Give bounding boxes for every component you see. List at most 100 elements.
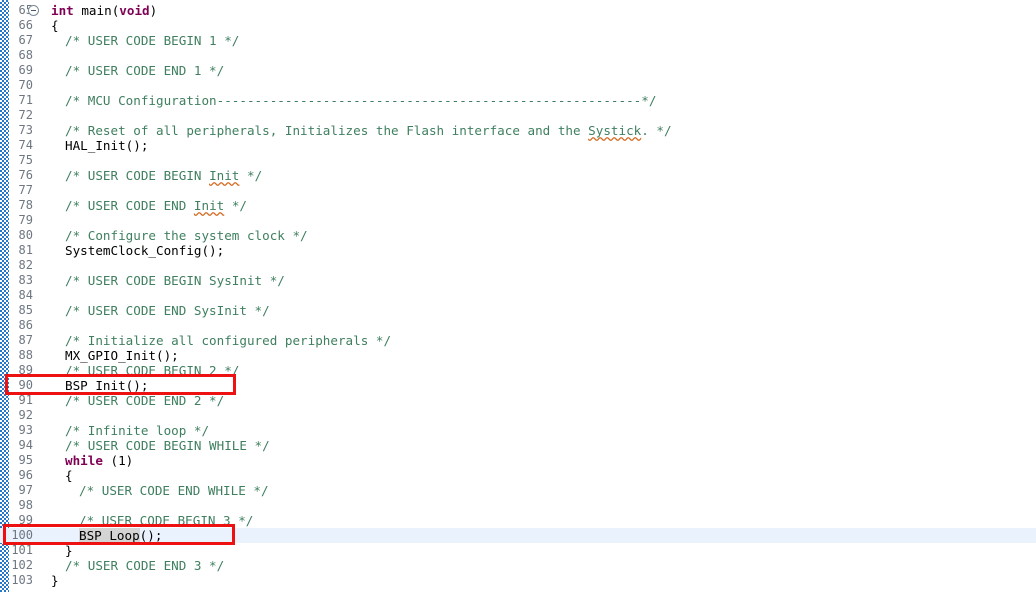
code-line-text[interactable]: {: [65, 468, 73, 483]
line-number[interactable]: 89: [0, 363, 33, 378]
code-line-row[interactable]: 99 /* USER CODE BEGIN 3 */: [0, 513, 1036, 528]
line-number[interactable]: 73: [0, 123, 33, 138]
code-editor-view[interactable]: 65 int main(void) 66 {67 /* USER CODE BEGIN …: [0, 0, 1036, 592]
code-line-row[interactable]: 76 /* USER CODE BEGIN Init */: [0, 168, 1036, 183]
line-number[interactable]: 80: [0, 228, 33, 243]
line-number[interactable]: 81: [0, 243, 33, 258]
code-line-text[interactable]: /* USER CODE END 1 */: [65, 63, 224, 78]
code-lines-container[interactable]: 65 int main(void) 66 {67 /* USER CODE BEGIN …: [0, 3, 1036, 588]
code-line-text[interactable]: {: [51, 18, 59, 33]
code-line-row[interactable]: 88 MX_GPIO_Init();: [0, 348, 1036, 363]
line-number[interactable]: 74: [0, 138, 33, 153]
line-number[interactable]: 84: [0, 288, 33, 303]
code-line-row[interactable]: 72: [0, 108, 1036, 123]
line-number[interactable]: 79: [0, 213, 33, 228]
code-line-row[interactable]: 77: [0, 183, 1036, 198]
code-line-row[interactable]: 91 /* USER CODE END 2 */: [0, 393, 1036, 408]
code-line-row[interactable]: 92: [0, 408, 1036, 423]
code-line-row[interactable]: 66 {: [0, 18, 1036, 33]
code-line-row[interactable]: 87 /* Initialize all configured periphera…: [0, 333, 1036, 348]
code-line-row[interactable]: 93 /* Infinite loop */: [0, 423, 1036, 438]
line-number[interactable]: 100: [0, 528, 33, 543]
code-line-text[interactable]: int main(void): [51, 3, 157, 18]
line-number[interactable]: 82: [0, 258, 33, 273]
code-line-row[interactable]: 79: [0, 213, 1036, 228]
line-number[interactable]: 70: [0, 78, 33, 93]
code-line-text[interactable]: /* USER CODE BEGIN Init */: [65, 168, 262, 183]
code-line-row[interactable]: 75: [0, 153, 1036, 168]
code-line-row[interactable]: 68: [0, 48, 1036, 63]
line-number[interactable]: 99: [0, 513, 33, 528]
line-number[interactable]: 103: [0, 573, 33, 588]
code-line-text[interactable]: /* USER CODE BEGIN 1 */: [65, 33, 239, 48]
code-line-text[interactable]: HAL_Init();: [65, 138, 148, 153]
code-line-row[interactable]: 101}: [0, 543, 1036, 558]
line-number[interactable]: 69: [0, 63, 33, 78]
code-line-text[interactable]: /* Configure the system clock */: [65, 228, 308, 243]
code-line-row[interactable]: 95 while (1): [0, 453, 1036, 468]
line-number[interactable]: 67: [0, 33, 33, 48]
code-line-row[interactable]: 94 /* USER CODE BEGIN WHILE */: [0, 438, 1036, 453]
line-number[interactable]: 66: [0, 18, 33, 33]
code-line-row[interactable]: 86: [0, 318, 1036, 333]
code-line-text[interactable]: BSP_Loop();: [79, 528, 162, 543]
line-number[interactable]: 78: [0, 198, 33, 213]
code-line-text[interactable]: /* USER CODE BEGIN WHILE */: [65, 438, 270, 453]
line-number[interactable]: 83: [0, 273, 33, 288]
code-line-row[interactable]: 73 /* Reset of all peripherals, Initializ…: [0, 123, 1036, 138]
code-line-row[interactable]: 78 /* USER CODE END Init */: [0, 198, 1036, 213]
code-line-row[interactable]: 89 /* USER CODE BEGIN 2 */: [0, 363, 1036, 378]
code-line-text[interactable]: /* USER CODE END SysInit */: [65, 303, 270, 318]
line-number[interactable]: 76: [0, 168, 33, 183]
line-number[interactable]: 88: [0, 348, 33, 363]
code-line-text[interactable]: BSP_Init();: [65, 378, 148, 393]
code-line-text[interactable]: /* Infinite loop */: [65, 423, 209, 438]
code-line-row[interactable]: 90 BSP_Init();: [0, 378, 1036, 393]
code-line-row[interactable]: 84: [0, 288, 1036, 303]
line-number[interactable]: 97: [0, 483, 33, 498]
code-line-text[interactable]: /* USER CODE END Init */: [65, 198, 247, 213]
line-number[interactable]: 102: [0, 558, 33, 573]
code-line-text[interactable]: /* USER CODE END 2 */: [65, 393, 224, 408]
code-line-row[interactable]: 83 /* USER CODE BEGIN SysInit */: [0, 273, 1036, 288]
code-line-text[interactable]: MX_GPIO_Init();: [65, 348, 179, 363]
code-line-row[interactable]: 69 /* USER CODE END 1 */: [0, 63, 1036, 78]
code-fold-collapse-icon[interactable]: [28, 5, 39, 16]
code-line-text[interactable]: }: [51, 573, 59, 588]
line-number[interactable]: 98: [0, 498, 33, 513]
code-line-text[interactable]: /* USER CODE END 3 */: [65, 558, 224, 573]
code-line-row[interactable]: 100 BSP_Loop();: [0, 528, 1036, 543]
code-line-row[interactable]: 65 int main(void): [0, 3, 1036, 18]
code-line-text[interactable]: /* USER CODE BEGIN 2 */: [65, 363, 239, 378]
code-line-row[interactable]: 71 /* MCU Configuration------------------…: [0, 93, 1036, 108]
code-line-row[interactable]: 80 /* Configure the system clock */: [0, 228, 1036, 243]
line-number[interactable]: 87: [0, 333, 33, 348]
line-number[interactable]: 91: [0, 393, 33, 408]
code-line-text[interactable]: /* USER CODE BEGIN SysInit */: [65, 273, 285, 288]
code-line-row[interactable]: 97 /* USER CODE END WHILE */: [0, 483, 1036, 498]
code-line-text[interactable]: /* USER CODE END WHILE */: [79, 483, 269, 498]
line-number[interactable]: 101: [0, 543, 33, 558]
line-number[interactable]: 85: [0, 303, 33, 318]
line-number[interactable]: 95: [0, 453, 33, 468]
line-number[interactable]: 92: [0, 408, 33, 423]
line-number[interactable]: 72: [0, 108, 33, 123]
code-line-row[interactable]: 96 {: [0, 468, 1036, 483]
code-line-text[interactable]: while (1): [65, 453, 133, 468]
line-number[interactable]: 96: [0, 468, 33, 483]
code-line-row[interactable]: 74 HAL_Init();: [0, 138, 1036, 153]
code-line-row[interactable]: 67 /* USER CODE BEGIN 1 */: [0, 33, 1036, 48]
line-number[interactable]: 71: [0, 93, 33, 108]
code-line-row[interactable]: 103}: [0, 573, 1036, 588]
code-line-row[interactable]: 85 /* USER CODE END SysInit */: [0, 303, 1036, 318]
line-number[interactable]: 77: [0, 183, 33, 198]
line-number[interactable]: 94: [0, 438, 33, 453]
code-line-row[interactable]: 82: [0, 258, 1036, 273]
code-line-row[interactable]: 98: [0, 498, 1036, 513]
line-number[interactable]: 86: [0, 318, 33, 333]
code-line-row[interactable]: 81 SystemClock_Config();: [0, 243, 1036, 258]
code-line-row[interactable]: 70: [0, 78, 1036, 93]
line-number[interactable]: 75: [0, 153, 33, 168]
code-line-text[interactable]: /* USER CODE BEGIN 3 */: [79, 513, 253, 528]
code-line-text[interactable]: SystemClock_Config();: [65, 243, 224, 258]
